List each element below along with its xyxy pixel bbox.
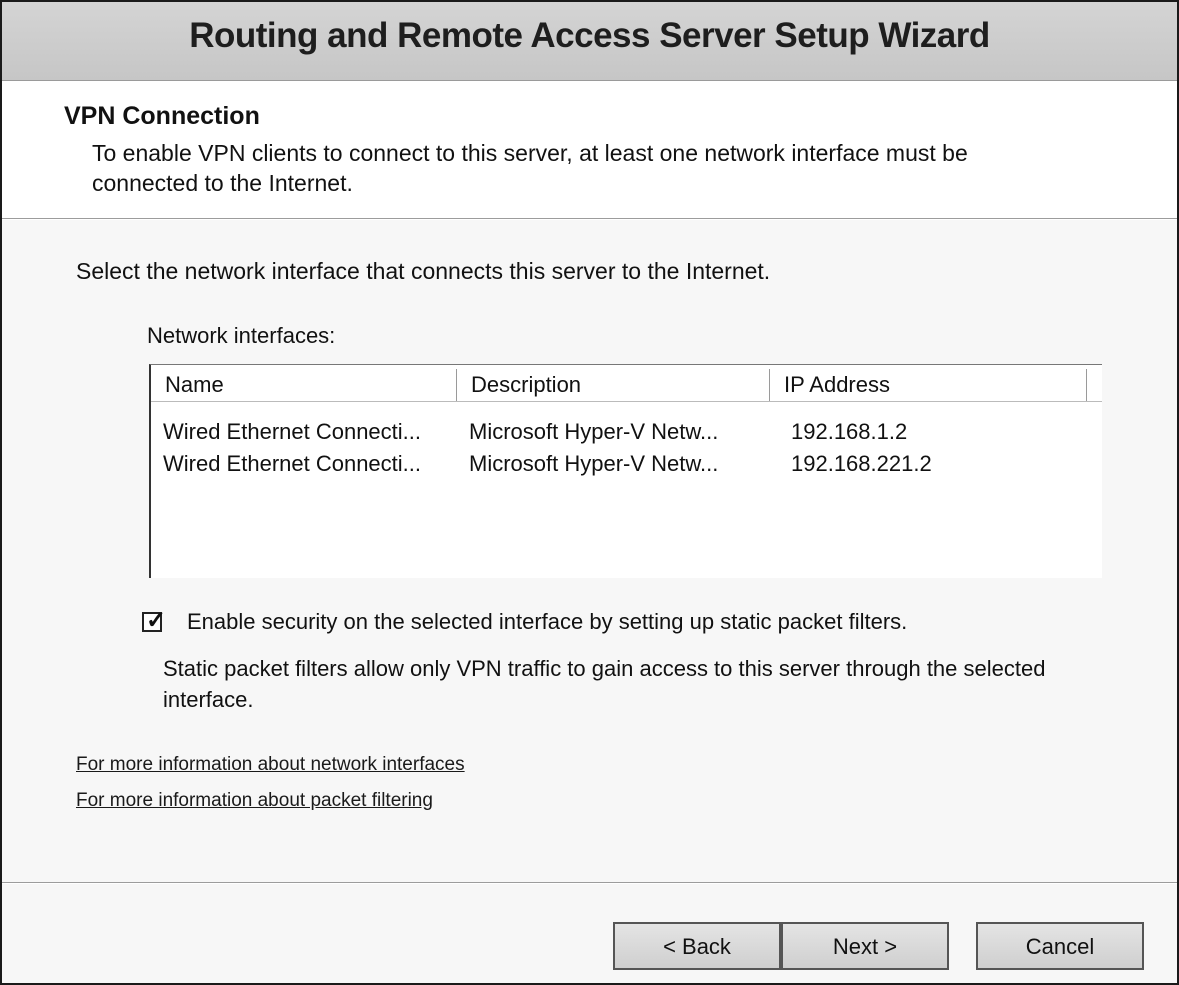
header-divider: [2, 218, 1177, 220]
packet-filter-checkbox-label[interactable]: Enable security on the selected interfac…: [187, 609, 907, 635]
footer-divider: [2, 882, 1177, 884]
column-header-description[interactable]: Description: [457, 365, 767, 401]
table-row[interactable]: Wired Ethernet Connecti... Microsoft Hyp…: [151, 417, 1102, 447]
window-title: Routing and Remote Access Server Setup W…: [189, 16, 990, 55]
row-description: Microsoft Hyper-V Netw...: [469, 419, 719, 444]
row-ip-address: 192.168.221.2: [791, 451, 932, 476]
page-description: To enable VPN clients to connect to this…: [92, 140, 968, 196]
row-name: Wired Ethernet Connecti...: [163, 419, 422, 444]
column-header-ip-address[interactable]: IP Address: [770, 365, 1086, 401]
wizard-header: VPN Connection To enable VPN clients to …: [2, 81, 1177, 218]
next-button[interactable]: Next >: [781, 922, 949, 970]
network-interfaces-label: Network interfaces:: [147, 323, 336, 348]
packet-filter-note: Static packet filters allow only VPN tra…: [163, 656, 1046, 712]
checkmark-icon: ✓: [146, 607, 167, 634]
packet-filtering-help-link[interactable]: For more information about packet filter…: [76, 790, 433, 812]
column-separator[interactable]: [1086, 369, 1087, 401]
list-header: Name Description IP Address: [151, 365, 1102, 402]
packet-filter-checkbox[interactable]: ✓: [142, 607, 166, 634]
column-header-name[interactable]: Name: [151, 365, 456, 401]
cancel-button[interactable]: Cancel: [976, 922, 1144, 970]
network-interfaces-list[interactable]: Name Description IP Address Wired Ethern…: [149, 364, 1102, 578]
title-bar[interactable]: Routing and Remote Access Server Setup W…: [2, 2, 1177, 81]
back-button[interactable]: < Back: [613, 922, 781, 970]
wizard-window: Routing and Remote Access Server Setup W…: [0, 0, 1179, 985]
table-row[interactable]: Wired Ethernet Connecti... Microsoft Hyp…: [151, 449, 1102, 479]
page-title: VPN Connection: [64, 102, 260, 130]
network-interfaces-help-link[interactable]: For more information about network inter…: [76, 754, 465, 776]
row-description: Microsoft Hyper-V Netw...: [469, 451, 719, 476]
row-name: Wired Ethernet Connecti...: [163, 451, 422, 476]
row-ip-address: 192.168.1.2: [791, 419, 908, 444]
instruction-text: Select the network interface that connec…: [76, 258, 771, 284]
